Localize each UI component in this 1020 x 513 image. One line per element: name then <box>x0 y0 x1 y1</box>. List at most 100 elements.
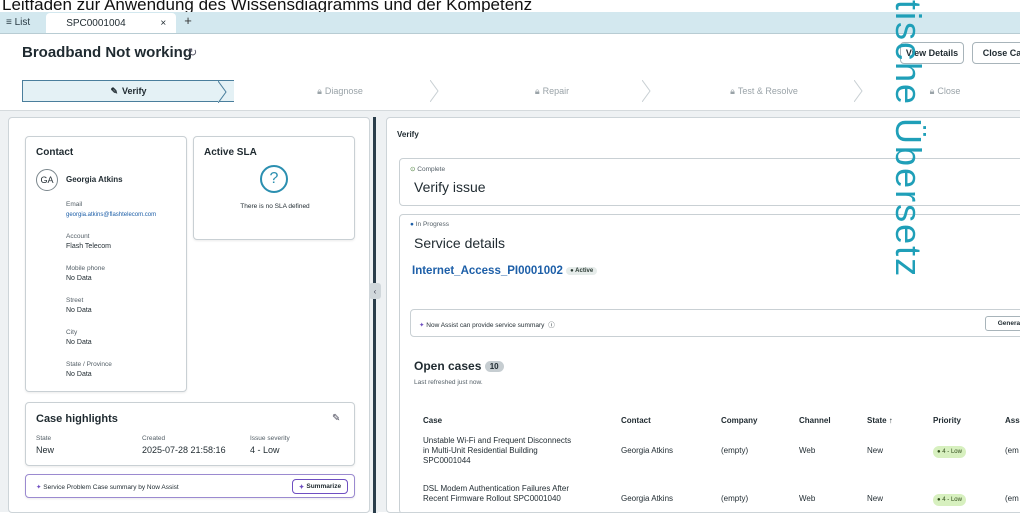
contact-card: Contact GA Georgia Atkins Email georgia.… <box>25 136 187 392</box>
tab-label: SPC0001004 <box>66 17 126 29</box>
right-panel: Verify ⊙ Complete Verify issue ● In Prog… <box>386 117 1020 513</box>
highlights-heading: Case highlights <box>36 413 118 425</box>
active-badge: ● Active <box>566 266 598 275</box>
col-assigned[interactable]: Ass <box>1005 416 1020 425</box>
summarize-button[interactable]: ✦ Summarize <box>292 479 348 494</box>
panel-divider-line[interactable] <box>373 117 376 513</box>
close-tab-icon[interactable]: × <box>160 18 166 29</box>
step-test-resolve[interactable]: 🔒︎ Test & Resolve <box>658 80 870 102</box>
company-cell: (empty) <box>721 494 749 503</box>
col-priority[interactable]: Priority <box>933 416 961 425</box>
state-cell: New <box>867 494 884 503</box>
stage-stepper: ✎ Verify 🔒︎ Diagnose 🔒︎ Repair 🔒︎ Test &… <box>22 80 1020 103</box>
state-value: New <box>36 445 55 455</box>
info-icon: ⓘ <box>548 322 555 329</box>
priority-label: 4 - Low <box>942 449 962 455</box>
case-link[interactable]: Unstable Wi-Fi and Frequent Disconnects … <box>423 436 573 466</box>
lock-icon: 🔒︎ <box>317 85 322 96</box>
assigned-cell: (em <box>1005 446 1019 455</box>
account-label: Account <box>66 233 90 240</box>
email-link[interactable]: georgia.atkins@flashtelecom.com <box>66 212 156 218</box>
service-details-card: ● In Progress Service details Internet_A… <box>399 214 1020 512</box>
priority-badge: ● 4 - Low <box>933 494 966 506</box>
progress-dot-icon: ● <box>410 221 414 228</box>
summarize-label: Summarize <box>306 483 342 490</box>
mobile-value: No Data <box>66 275 92 282</box>
case-header: Broadband Not working ↻ View Details Clo… <box>0 34 1020 70</box>
open-cases-count: 10 <box>484 361 504 373</box>
state-label: State <box>36 435 52 442</box>
priority-badge: ● 4 - Low <box>933 446 966 458</box>
pencil-icon[interactable]: ✎ <box>332 413 340 424</box>
col-company[interactable]: Company <box>721 416 757 425</box>
step-label: Close <box>937 86 961 96</box>
now-assist-summary: ✦ Service Problem Case summary by Now As… <box>25 474 355 498</box>
sparkle-icon: ✦ <box>36 484 42 491</box>
severity-label: Issue severity <box>250 435 290 442</box>
case-link[interactable]: DSL Modem Authentication Failures After … <box>423 484 573 504</box>
workspace: Contact GA Georgia Atkins Email georgia.… <box>0 110 1020 513</box>
open-cases-heading: Open cases 10 <box>414 359 504 373</box>
service-link[interactable]: Internet_Access_PI0001002 <box>412 265 563 277</box>
step-label: Verify <box>122 86 147 96</box>
step-close[interactable]: 🔒︎ Close <box>870 80 1020 102</box>
tab-list[interactable]: ≡ List <box>0 17 40 33</box>
contact-heading: Contact <box>36 147 74 158</box>
open-cases-title: Open cases <box>414 359 482 373</box>
close-case-button[interactable]: Close Ca <box>972 42 1020 64</box>
avatar: GA <box>36 169 58 191</box>
priority-label: 4 - Low <box>942 497 962 503</box>
progress-status: In Progress <box>415 221 449 228</box>
complete-status-wrap: ⊙ Complete <box>410 165 445 173</box>
severity-value: 4 - Low <box>250 445 280 455</box>
col-state-label: State <box>867 416 887 425</box>
street-label: Street <box>66 297 84 304</box>
col-case[interactable]: Case <box>423 416 442 425</box>
assist-text: Now Assist can provide service summary <box>426 322 545 329</box>
generate-button[interactable]: Generat <box>985 316 1020 331</box>
col-channel[interactable]: Channel <box>799 416 831 425</box>
collapse-panel-button[interactable]: ‹ <box>369 283 381 299</box>
email-label: Email <box>66 201 83 208</box>
case-highlights-card: Case highlights ✎ State New Created 2025… <box>25 402 355 466</box>
contact-link[interactable]: Georgia Atkins <box>621 446 673 456</box>
step-diagnose[interactable]: 🔒︎ Diagnose <box>234 80 446 102</box>
view-details-button[interactable]: View Details <box>900 42 964 64</box>
add-tab-icon[interactable]: + <box>176 13 202 33</box>
created-value: 2025-07-28 21:58:16 <box>142 445 226 455</box>
col-contact[interactable]: Contact <box>621 416 651 425</box>
now-assist-service: ✦ Now Assist can provide service summary… <box>410 309 1020 337</box>
left-panel: Contact GA Georgia Atkins Email georgia.… <box>8 117 370 513</box>
now-assist-text-wrap: ✦ Service Problem Case summary by Now As… <box>36 483 179 491</box>
refresh-icon[interactable]: ↻ <box>188 46 197 59</box>
assigned-cell: (em <box>1005 494 1019 503</box>
step-repair[interactable]: 🔒︎ Repair <box>446 80 658 102</box>
col-state[interactable]: State ↑ <box>867 416 893 425</box>
sla-heading: Active SLA <box>204 147 257 158</box>
state-label: State / Province <box>66 361 112 368</box>
mobile-label: Mobile phone <box>66 265 106 272</box>
tab-spc0001004[interactable]: SPC0001004 × <box>46 13 177 33</box>
channel-cell: Web <box>799 446 816 455</box>
priority-cell: ● 4 - Low <box>933 446 966 458</box>
verify-issue-card: ⊙ Complete Verify issue <box>399 158 1020 206</box>
progress-status-wrap: ● In Progress <box>410 221 449 228</box>
contact-link[interactable]: Georgia Atkins <box>621 494 673 504</box>
lock-icon: 🔒︎ <box>730 85 735 96</box>
step-label: Test & Resolve <box>737 86 798 96</box>
section-title: Verify <box>397 130 419 139</box>
page-title: Broadband Not working <box>22 44 192 61</box>
state-cell: New <box>867 446 884 455</box>
tab-bar: ≡ List SPC0001004 × + <box>0 12 1020 34</box>
pencil-icon: ✎ <box>110 85 118 96</box>
contact-name: Georgia Atkins <box>66 175 123 184</box>
service-details-title: Service details <box>414 235 506 251</box>
service-link-wrap: Internet_Access_PI0001002 ● Active <box>412 265 598 277</box>
lock-icon: 🔒︎ <box>929 85 935 96</box>
sparkle-icon: ✦ <box>298 483 305 491</box>
lock-icon: 🔒︎ <box>534 85 540 96</box>
street-value: No Data <box>66 307 92 314</box>
city-value: No Data <box>66 339 92 346</box>
step-label: Repair <box>542 86 570 96</box>
step-verify[interactable]: ✎ Verify <box>22 80 234 103</box>
